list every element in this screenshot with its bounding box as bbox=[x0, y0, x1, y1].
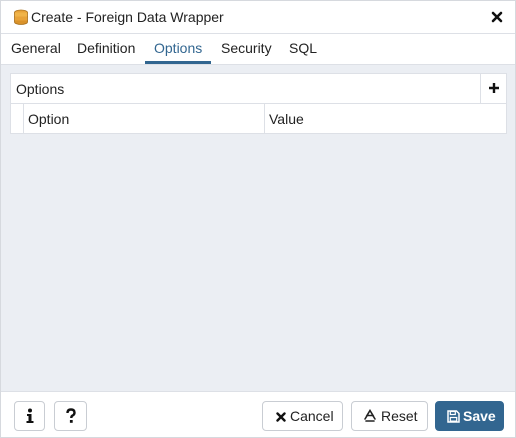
options-panel-header: Options bbox=[11, 74, 506, 104]
tab-definition[interactable]: Definition bbox=[77, 34, 135, 64]
info-button[interactable] bbox=[14, 401, 45, 431]
dialog-footer: Cancel Reset Save bbox=[1, 391, 515, 437]
dialog-body: Options Option Value bbox=[1, 65, 515, 391]
tab-options[interactable]: Options bbox=[144, 34, 212, 64]
save-button-label: Save bbox=[463, 408, 496, 424]
column-header-value[interactable]: Value bbox=[265, 104, 506, 133]
close-icon[interactable] bbox=[489, 9, 505, 25]
info-icon bbox=[26, 408, 34, 423]
options-panel-title: Options bbox=[16, 81, 65, 97]
tab-general[interactable]: General bbox=[11, 34, 61, 64]
row-gutter bbox=[11, 104, 24, 133]
reset-button[interactable]: Reset bbox=[351, 401, 428, 431]
options-grid-header: Option Value bbox=[11, 104, 506, 133]
plus-icon bbox=[489, 83, 499, 93]
save-button[interactable]: Save bbox=[435, 401, 504, 431]
column-header-option[interactable]: Option bbox=[24, 104, 265, 133]
tab-sql[interactable]: SQL bbox=[289, 34, 317, 64]
database-icon bbox=[13, 9, 29, 26]
question-icon bbox=[66, 408, 76, 423]
cancel-button-label: Cancel bbox=[290, 408, 334, 424]
recycle-icon bbox=[364, 409, 376, 422]
dialog-header: Create - Foreign Data Wrapper bbox=[1, 1, 515, 34]
cancel-button[interactable]: Cancel bbox=[262, 401, 343, 431]
tab-security[interactable]: Security bbox=[221, 34, 272, 64]
help-button[interactable] bbox=[54, 401, 87, 431]
create-foreign-data-wrapper-dialog: Create - Foreign Data Wrapper General De… bbox=[0, 0, 516, 438]
column-header-value-label: Value bbox=[269, 111, 304, 127]
column-header-option-label: Option bbox=[28, 111, 70, 127]
save-icon bbox=[447, 410, 460, 423]
add-option-button[interactable] bbox=[480, 74, 506, 103]
tab-bar: General Definition Options Security SQL bbox=[1, 34, 515, 65]
dialog-title: Create - Foreign Data Wrapper bbox=[31, 9, 224, 25]
reset-button-label: Reset bbox=[381, 408, 418, 424]
close-icon bbox=[276, 412, 286, 422]
options-panel: Options Option Value bbox=[10, 73, 507, 134]
